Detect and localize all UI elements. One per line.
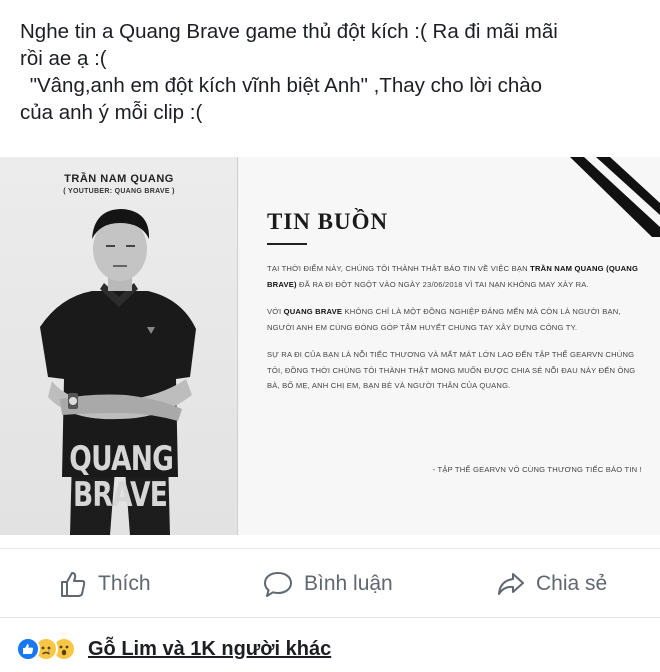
notice-paragraph: TẠI THỜI ĐIỂM NÀY, CHÚNG TÔI THÀNH THẬT … <box>267 261 642 292</box>
notice-title: TIN BUỒN <box>267 209 389 234</box>
like-button[interactable]: Thích <box>58 567 151 601</box>
reaction-count-text[interactable]: Gỗ Lim và 1K người khác <box>88 638 331 661</box>
share-button[interactable]: Chia sẻ <box>496 567 607 601</box>
notice-name: QUANG BRAVE <box>283 307 343 316</box>
brand-line: QUANG <box>69 439 174 479</box>
share-label: Chia sẻ <box>536 572 608 595</box>
portrait-subtitle: ( YOUTUBER: QUANG BRAVE ) <box>63 188 175 195</box>
thumbs-up-icon <box>61 572 86 597</box>
brand-watermark: QUANG BRAVE <box>69 439 174 515</box>
notice-paragraph: SỰ RA ĐI CỦA BẠN LÀ NỖI TIẾC THƯƠNG VÀ M… <box>267 350 636 390</box>
comment-icon <box>264 572 292 597</box>
portrait-name: TRẦN NAM QUANG <box>64 173 174 185</box>
post-text-line: Nghe tin a Quang Brave game thủ đột kích… <box>20 20 558 43</box>
notice-body: TẠI THỜI ĐIỂM NÀY, CHÚNG TÔI THÀNH THẬT … <box>267 261 642 406</box>
post-image[interactable]: TRẦN NAM QUANG ( YOUTUBER: QUANG BRAVE )… <box>0 157 660 535</box>
post-action-bar: Thích Bình luận Chia sẻ <box>0 548 660 618</box>
like-label: Thích <box>98 572 151 595</box>
notice-text: ĐÃ RA ĐI ĐỘT NGỘT VÀO NGÀY 23/06/2018 VÌ… <box>296 279 589 289</box>
notice-text: TẠI THỜI ĐIỂM NÀY, CHÚNG TÔI THÀNH THẬT … <box>267 264 531 273</box>
post-text: Nghe tin a Quang Brave game thủ đột kích… <box>20 18 640 126</box>
notice-text: VỚI <box>267 307 284 316</box>
share-arrow-icon <box>498 573 524 595</box>
mourning-ribbon-icon <box>570 157 660 237</box>
reactions-summary[interactable]: Gỗ Lim và 1K người khác <box>16 634 331 664</box>
notice-paragraph: VỚI QUANG BRAVE KHÔNG CHỈ LÀ MỘT ĐỒNG NG… <box>267 304 642 335</box>
title-divider <box>267 243 307 245</box>
brand-line: BRAVE <box>72 475 168 515</box>
post-text-line: "Vâng,anh em đột kích vĩnh biệt Anh" ,Th… <box>24 74 543 97</box>
comment-label: Bình luận <box>304 572 393 595</box>
comment-button[interactable]: Bình luận <box>262 567 393 601</box>
notice-signature: - TẬP THỂ GEARVN VÔ CÙNG THƯƠNG TIẾC BÁO… <box>432 465 642 474</box>
reaction-icons <box>16 637 76 661</box>
like-reaction-icon <box>16 637 40 661</box>
portrait-panel: TRẦN NAM QUANG ( YOUTUBER: QUANG BRAVE )… <box>0 157 238 535</box>
post-text-line: rồi ae ạ :( <box>20 47 107 70</box>
obituary-notice: TIN BUỒN TẠI THỜI ĐIỂM NÀY, CHÚNG TÔI TH… <box>239 157 660 535</box>
post-text-line: của anh ý mỗi clip :( <box>20 101 203 124</box>
